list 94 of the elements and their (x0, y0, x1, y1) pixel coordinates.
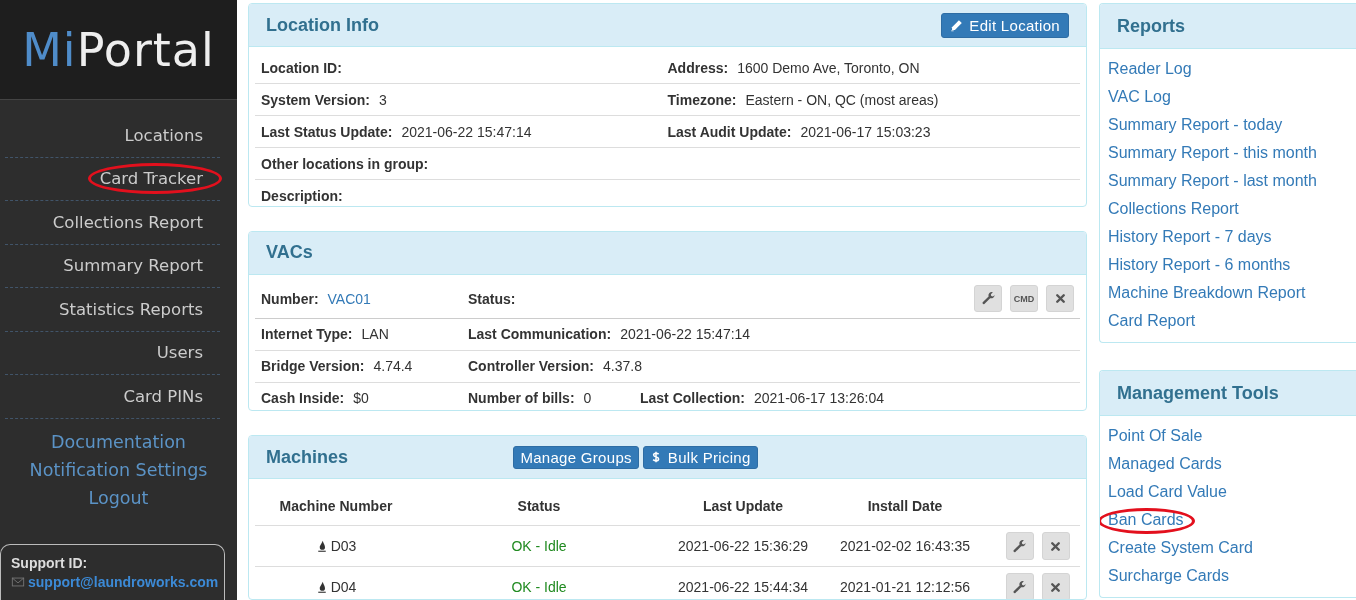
field-label: Bridge Version: (261, 358, 365, 375)
field-value: LAN (361, 326, 389, 343)
wrench-button[interactable] (974, 285, 1002, 313)
field-label: Internet Type: (261, 326, 353, 343)
sidebar-link[interactable]: Notification Settings (29, 457, 208, 483)
report-link[interactable]: History Report - 6 months (1108, 256, 1291, 273)
nav-link[interactable]: Statistics Reports (59, 299, 220, 319)
machine-status: OK - Idle (511, 538, 567, 555)
column-header: Last Update (702, 498, 784, 515)
field-label: Timezone: (667, 91, 737, 108)
close-button[interactable] (1041, 532, 1070, 561)
field-value: 3 (378, 91, 387, 108)
column-header: Install Date (867, 498, 943, 515)
machine-number: D03 (330, 537, 357, 554)
panel-title: Machines (266, 446, 349, 468)
close-icon (1053, 292, 1067, 306)
field-label: Address: (667, 59, 729, 76)
nav-link[interactable]: Locations (124, 125, 220, 145)
field-label: Number of bills: (468, 390, 575, 407)
report-link[interactable]: VAC Log (1108, 88, 1171, 105)
field-label: Last Collection: (640, 390, 745, 407)
column-header: Status (517, 498, 561, 515)
panel-title: VACs (266, 242, 313, 264)
toolbar-button[interactable]: Bulk Pricing (642, 445, 758, 469)
report-link[interactable]: Summary Report - today (1108, 116, 1283, 133)
last-update: 2021-06-22 15:36:29 (678, 538, 808, 555)
field-label: Cash Inside: (261, 390, 345, 407)
field-label: Description: (261, 187, 343, 204)
report-link[interactable]: Create System Card (1108, 539, 1253, 556)
support-label: Support ID: (11, 555, 89, 571)
field-label: Last Status Update: (261, 123, 393, 140)
close-icon (1049, 539, 1062, 553)
toolbar-button[interactable]: Manage Groups (513, 445, 639, 469)
flame-icon (315, 539, 328, 552)
machine-status: OK - Idle (511, 579, 567, 596)
field-label: Status: (468, 290, 516, 307)
field-value: 0 (583, 390, 592, 407)
report-link[interactable]: Summary Report - this month (1108, 144, 1317, 161)
nav-link[interactable]: Collections Report (52, 212, 220, 232)
field-value: 2021-06-22 15:47:14 (401, 123, 532, 140)
field-label: Last Audit Update: (667, 123, 792, 140)
report-link[interactable]: Machine Breakdown Report (1108, 284, 1306, 301)
report-link[interactable]: Surcharge Cards (1108, 567, 1229, 584)
sidebar-link[interactable]: Documentation (51, 429, 186, 455)
report-link[interactable]: Collections Report (1108, 200, 1239, 217)
wrench-icon (980, 291, 996, 307)
field-value: Eastern - ON, QC (most areas) (745, 91, 939, 108)
cmd-button[interactable]: CMD (1010, 285, 1038, 313)
report-link[interactable]: Point Of Sale (1108, 427, 1203, 444)
sidebar-link[interactable]: Logout (88, 485, 149, 511)
field-label: Other locations in group: (261, 155, 429, 172)
close-button[interactable] (1041, 573, 1070, 599)
install-date: 2021-02-02 16:43:35 (840, 538, 970, 555)
field-label: Location ID: (261, 59, 342, 76)
install-date: 2021-01-21 12:12:56 (840, 579, 970, 596)
nav-link[interactable]: Users (156, 343, 220, 363)
panel-title: Location Info (266, 14, 379, 36)
wrench-icon (1012, 579, 1027, 595)
panel-title: Reports (1117, 15, 1185, 37)
nav-link[interactable]: Card PINs (123, 386, 220, 406)
field-label: Controller Version: (468, 358, 595, 375)
nav-link[interactable]: Card Tracker (99, 169, 220, 189)
report-link[interactable]: History Report - 7 days (1108, 228, 1272, 245)
edit-location-button[interactable]: Edit Location (941, 12, 1069, 38)
field-value: 2021-06-17 13:26:04 (754, 390, 884, 407)
field-value: 2021-06-22 15:47:14 (620, 326, 751, 343)
field-label: System Version: (261, 91, 370, 108)
machine-number: D04 (330, 578, 357, 595)
report-link[interactable]: Card Report (1108, 312, 1196, 329)
email-link[interactable]: support@laundroworks.com (28, 574, 219, 590)
wrench-button[interactable] (1005, 532, 1034, 561)
report-link[interactable]: Summary Report - last month (1108, 172, 1317, 189)
pencil-icon (950, 18, 964, 32)
flame-icon (315, 580, 328, 593)
field-value: 4.37.8 (603, 358, 642, 375)
field-value: 1600 Demo Ave, Toronto, ON (737, 59, 920, 76)
last-update: 2021-06-22 15:44:34 (678, 579, 808, 596)
close-icon (1049, 580, 1062, 594)
column-header: Machine Number (279, 498, 393, 515)
panel-title: Management Tools (1117, 382, 1279, 404)
envelope-icon (11, 575, 25, 589)
field-value: $0 (353, 390, 369, 407)
wrench-button[interactable] (1005, 573, 1034, 599)
nav-link[interactable]: Summary Report (63, 256, 220, 276)
report-link[interactable]: Reader Log (1108, 60, 1192, 77)
field-label: Number: (261, 290, 319, 307)
vac-link[interactable]: VAC01 (327, 290, 371, 307)
close-button[interactable] (1046, 285, 1074, 313)
field-label: Last Communication: (468, 326, 612, 343)
report-link[interactable]: Managed Cards (1108, 455, 1222, 472)
field-value: 4.74.4 (373, 358, 413, 375)
field-value: 2021-06-17 15:03:23 (800, 123, 931, 140)
wrench-icon (1012, 538, 1027, 554)
report-link[interactable]: Load Card Value (1108, 483, 1227, 500)
